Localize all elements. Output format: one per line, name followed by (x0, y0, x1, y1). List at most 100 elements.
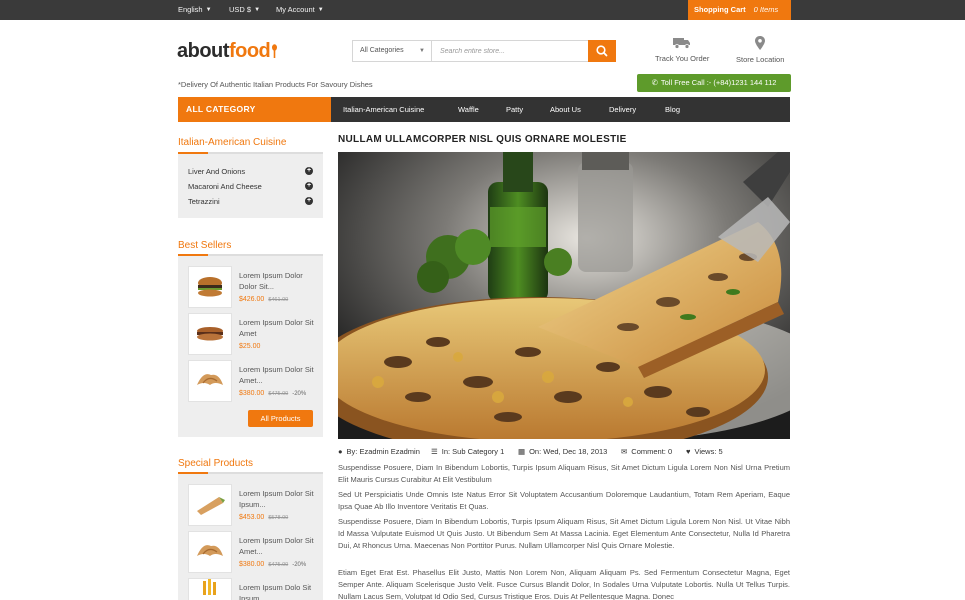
chevron-down-icon: ▼ (419, 48, 425, 54)
search-bar: All Categories ▼ (352, 40, 616, 62)
list-item[interactable]: Lorem Ipsum Dolor Sit Ipsum... $453.00 $5… (188, 484, 314, 526)
nav-item-delivery[interactable]: Delivery (609, 97, 636, 122)
sidebar-category-title: Italian-American Cuisine (178, 137, 287, 148)
product-name[interactable]: Lorem Ipsum Dolo Sit Ipsum... (239, 582, 317, 600)
product-old-price: $475.00 (268, 562, 289, 568)
top-bar: English ▼ USD $ ▼ My Account ▼ Shopping Car… (0, 0, 965, 20)
post-paragraph: Suspendisse Posuere, Diam In Bibendum Lo… (338, 517, 790, 550)
list-item[interactable]: Lorem Ipsum Dolor Sit Amet $25.00 (188, 313, 314, 355)
track-order-link[interactable]: Track You Order (655, 36, 709, 63)
account-label: My Account (276, 5, 315, 14)
post-author[interactable]: ● By: Ezadmin Ezadmin (338, 447, 420, 456)
cart-count: 0 Items (753, 5, 779, 14)
truck-icon (673, 38, 691, 49)
product-image-burger[interactable] (188, 266, 232, 308)
search-category-label: All Categories (360, 47, 404, 54)
user-icon: ● (338, 447, 343, 456)
post-paragraph: Suspendisse Posuere, Diam In Bibendum Lo… (338, 463, 790, 484)
product-name[interactable]: Lorem Ipsum Dolor Sit Amet (239, 317, 317, 339)
phone-icon: ✆ (651, 78, 658, 87)
tagline: *Delivery Of Authentic Italian Products … (178, 80, 373, 89)
post-date: ▦ On: Wed, Dec 18, 2013 (518, 447, 608, 456)
list-item[interactable]: Lorem Ipsum Dolor Sit Amet... $380.00 $47… (188, 531, 314, 573)
product-old-price: $475.00 (268, 391, 289, 397)
site-logo[interactable]: aboutfood (177, 40, 278, 66)
special-products-list: Lorem Ipsum Dolor Sit Ipsum... $453.00 $5… (178, 474, 323, 600)
post-paragraph: Etiam Eget Erat Est. Phasellus Elit Just… (338, 568, 790, 600)
nav-item-waffle[interactable]: Waffle (458, 97, 479, 122)
product-old-price: $461.00 (268, 297, 289, 303)
nav-item-about-us[interactable]: About Us (550, 97, 581, 122)
track-order-label: Track You Order (655, 54, 710, 63)
product-name[interactable]: Lorem Ipsum Dolor Sit Ipsum... (239, 488, 317, 510)
store-location-link[interactable]: Store Location (736, 36, 784, 64)
all-category-button[interactable]: ALL CATEGORY (178, 97, 331, 122)
list-item[interactable]: Lorem Ipsum Dolor Dolor Sit... $426.00 $4… (188, 266, 313, 308)
post-paragraph: Sed Ut Perspiciatis Unde Omnis Iste Natu… (338, 490, 790, 511)
search-button[interactable] (588, 40, 616, 62)
category-item[interactable]: Tetrazzini (188, 197, 220, 206)
chevron-down-icon: ▼ (205, 7, 212, 13)
map-pin-icon (755, 36, 766, 50)
search-category-select[interactable]: All Categories ▼ (353, 41, 432, 61)
logo-text-about: about (177, 40, 229, 62)
spoon-icon (272, 44, 278, 58)
plus-circle-icon[interactable]: + (305, 182, 313, 190)
product-name[interactable]: Lorem Ipsum Dolor Sit Amet... (239, 364, 317, 386)
post-views: ♥ Views: 5 (686, 447, 723, 456)
shopping-cart-button[interactable]: Shopping Cart 0 Items (688, 0, 791, 20)
product-price: $453.00 $578.00 (239, 514, 289, 521)
all-products-button[interactable]: All Products (248, 410, 313, 427)
list-item[interactable]: Lorem Ipsum Dolor Sit Amet... $380.00 $47… (188, 360, 314, 402)
post-category[interactable]: ☰ In: Sub Category 1 (431, 447, 504, 456)
nav-item-italian-american-cuisine[interactable]: Italian-American Cuisine (343, 97, 424, 122)
store-location-label: Store Location (736, 55, 785, 64)
post-image-pizza (338, 152, 790, 439)
product-image-wrap[interactable] (188, 484, 232, 526)
nav-item-patty[interactable]: Patty (506, 97, 523, 122)
bestsellers-title: Best Sellers (178, 240, 232, 251)
product-old-price: $578.00 (268, 515, 289, 521)
special-products-title: Special Products (178, 458, 254, 469)
post-comments[interactable]: ✉ Comment: 0 (621, 447, 672, 456)
discount-badge: -20% (292, 391, 307, 397)
product-price: $380.00 $475.00 -20% (239, 561, 307, 568)
list-item[interactable]: Lorem Ipsum Dolo Sit Ipsum... (188, 578, 313, 600)
search-icon (596, 45, 608, 57)
plus-circle-icon[interactable]: + (305, 197, 313, 205)
chevron-down-icon: ▼ (317, 7, 324, 13)
toll-free-button[interactable]: ✆ Toll Free Call :- (+84)1231 144 112 (637, 74, 791, 92)
category-list: Liver And Onions + Macaroni And Cheese +… (178, 154, 323, 218)
pizza-photo (338, 152, 790, 439)
logo-text-food: food (228, 40, 271, 62)
product-image-croissant[interactable] (188, 531, 232, 573)
post-meta: ● By: Ezadmin Ezadmin ☰ In: Sub Category 1… (338, 447, 790, 457)
discount-badge: -20% (292, 562, 307, 568)
search-input[interactable] (433, 41, 588, 61)
calendar-icon: ▦ (518, 447, 526, 456)
product-image-croissant[interactable] (188, 360, 232, 402)
nav-item-blog[interactable]: Blog (665, 97, 680, 122)
currency-label: USD $ (229, 5, 252, 14)
currency-selector[interactable]: USD $ ▼ (229, 0, 260, 20)
product-price: $25.00 (239, 343, 261, 350)
plus-circle-icon[interactable]: + (305, 167, 313, 175)
chevron-down-icon: ▼ (254, 7, 261, 13)
product-image-sandwich[interactable] (188, 313, 232, 355)
language-selector[interactable]: English ▼ (178, 0, 212, 20)
post-title: NULLAM ULLAMCORPER NISL QUIS ORNARE MOLE… (338, 134, 627, 145)
category-item[interactable]: Liver And Onions (188, 167, 245, 176)
main-nav: ALL CATEGORY Italian-American Cuisine Wa… (178, 97, 790, 122)
language-label: English (178, 5, 203, 14)
account-menu[interactable]: My Account ▼ (276, 0, 324, 20)
product-name[interactable]: Lorem Ipsum Dolor Dolor Sit... (239, 270, 317, 292)
product-price: $426.00 $461.00 (239, 296, 289, 303)
product-name[interactable]: Lorem Ipsum Dolor Sit Amet... (239, 535, 317, 557)
list-icon: ☰ (431, 447, 438, 456)
category-item[interactable]: Macaroni And Cheese (188, 182, 262, 191)
product-price: $380.00 $475.00 -20% (239, 390, 307, 397)
toll-free-label: Toll Free Call :- (+84)1231 144 112 (660, 78, 777, 87)
product-image-fries[interactable] (188, 578, 232, 600)
heart-icon: ♥ (686, 447, 691, 456)
cart-label: Shopping Cart (694, 5, 746, 14)
